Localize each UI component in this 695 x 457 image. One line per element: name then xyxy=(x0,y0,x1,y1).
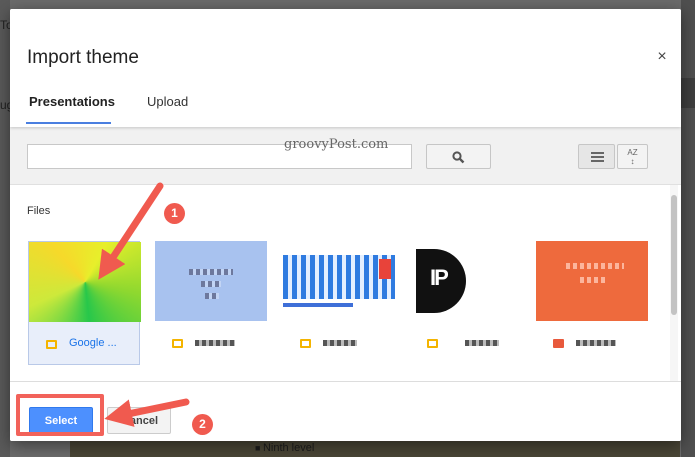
watermark: groovyPost.com xyxy=(284,137,389,152)
scrollbar-thumb[interactable] xyxy=(671,195,677,315)
sort-button[interactable]: AZ ↕ xyxy=(617,144,648,169)
file-thumbnail: IP xyxy=(410,241,522,321)
file-name: Google ... xyxy=(69,337,117,349)
slides-file-icon xyxy=(300,339,311,348)
slides-file-icon xyxy=(172,339,183,348)
blurred-thumbnail-text xyxy=(205,293,219,299)
slides-file-icon xyxy=(46,340,57,349)
close-icon[interactable]: × xyxy=(654,49,670,65)
cancel-button[interactable]: Cancel xyxy=(107,407,171,434)
file-thumbnail xyxy=(29,242,141,322)
file-card[interactable]: IP xyxy=(410,241,522,365)
select-highlight-box xyxy=(16,394,104,436)
blurred-file-name xyxy=(195,340,235,346)
dialog-footer: Select Cancel xyxy=(10,381,681,441)
file-meta xyxy=(155,321,267,365)
file-meta xyxy=(283,321,395,365)
import-theme-dialog: Import theme × Presentations Upload AZ ↕ … xyxy=(10,9,681,441)
background-left-strip xyxy=(0,0,10,457)
blurred-thumbnail-text xyxy=(580,277,608,283)
blurred-thumbnail-text xyxy=(189,269,233,275)
blurred-thumbnail-graphic: IP xyxy=(430,265,449,290)
blurred-file-name xyxy=(465,340,499,346)
search-button[interactable] xyxy=(426,144,491,169)
blurred-thumbnail-graphic xyxy=(283,303,353,307)
tab-upload[interactable]: Upload xyxy=(147,94,188,109)
file-meta xyxy=(410,321,522,365)
file-card[interactable]: Google ... xyxy=(28,241,141,366)
search-toolbar: AZ ↕ xyxy=(10,127,681,185)
active-tab-indicator xyxy=(26,122,111,124)
tab-presentations[interactable]: Presentations xyxy=(29,94,115,109)
dialog-title: Import theme xyxy=(27,47,139,68)
dialog-header: Import theme × Presentations Upload xyxy=(10,9,681,127)
step-1-badge: 1 xyxy=(164,203,185,224)
search-icon xyxy=(452,151,465,164)
file-thumbnail xyxy=(536,241,648,321)
list-icon xyxy=(591,152,604,162)
blurred-thumbnail-graphic xyxy=(379,259,391,279)
file-card[interactable] xyxy=(155,241,267,365)
file-card[interactable] xyxy=(536,241,648,365)
blurred-thumbnail-text xyxy=(201,281,221,287)
file-meta xyxy=(536,321,648,365)
background-right-strip xyxy=(681,0,695,457)
background-scroll-handle xyxy=(681,78,695,108)
file-card[interactable] xyxy=(283,241,395,365)
step-2-badge: 2 xyxy=(192,414,213,435)
background-bullet-text: Ninth level xyxy=(255,442,314,454)
powerpoint-file-icon xyxy=(553,339,564,348)
scrollbar[interactable] xyxy=(670,185,678,381)
blurred-file-name xyxy=(576,340,616,346)
list-view-button[interactable] xyxy=(578,144,615,169)
file-meta: Google ... xyxy=(29,322,141,366)
files-section-label: Files xyxy=(27,205,51,217)
sort-az-icon: AZ xyxy=(627,148,638,157)
slides-file-icon xyxy=(427,339,438,348)
blurred-file-name xyxy=(323,340,357,346)
file-thumbnail xyxy=(155,241,267,321)
blurred-thumbnail-text xyxy=(566,263,624,269)
file-thumbnail xyxy=(283,241,395,321)
